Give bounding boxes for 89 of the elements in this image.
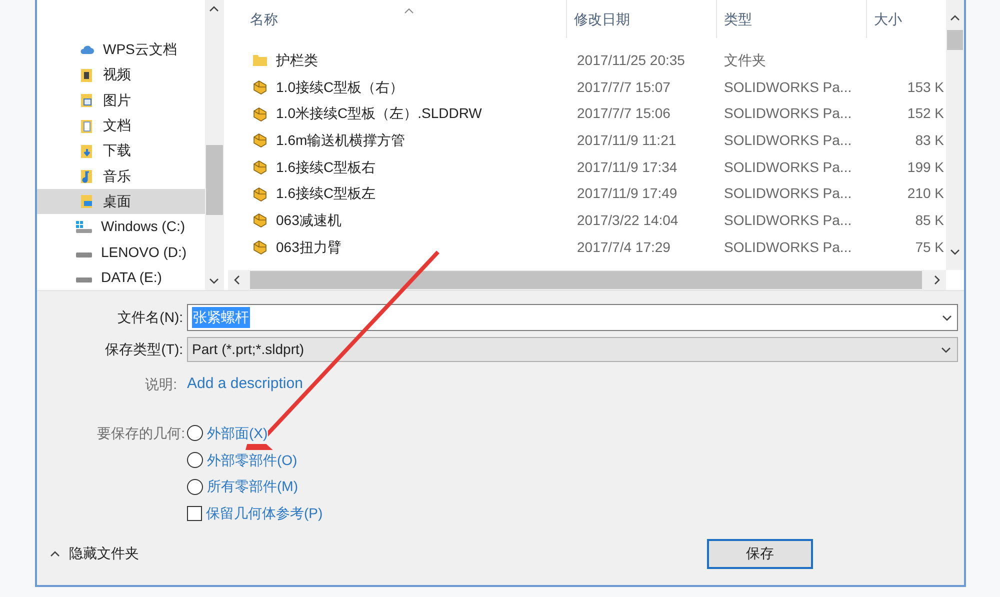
column-header[interactable]: 类型 — [716, 0, 866, 38]
radio-button[interactable] — [187, 425, 203, 442]
date-cell-text: 2017/11/9 17:34 — [576, 158, 678, 177]
nav-item[interactable]: 下载 — [37, 138, 204, 164]
save-type-dropdown[interactable]: Part (*.prt;*.sldprt) — [187, 337, 958, 362]
file-row[interactable]: 1.6m输送机横撑方管 2017/11/9 11:21 SOLIDWORKS Pa... 83 K — [246, 127, 946, 154]
folder-icon — [79, 193, 95, 210]
nav-item[interactable]: 图片 — [37, 88, 204, 113]
type-cell-text: SOLIDWORKS Pa... — [723, 130, 853, 150]
file-name: 063减速机 — [276, 210, 342, 230]
add-description-link[interactable]: Add a description — [187, 372, 303, 396]
file-name: 1.6m输送机横撑方管 — [276, 130, 406, 150]
file-name: 护栏类 — [276, 50, 318, 70]
date-cell-text: 2017/11/9 17:49 — [576, 184, 678, 204]
type-cell-text: SOLIDWORKS Pa... — [723, 238, 853, 257]
nav-item[interactable]: 文档 — [37, 112, 204, 138]
file-name: 1.6接续C型板右 — [276, 158, 376, 177]
geometry-label: 要保存的几何: — [96, 424, 186, 442]
radio-button[interactable] — [187, 478, 203, 495]
type-cell-text: SOLIDWORKS Pa... — [723, 184, 853, 204]
size-cell-text: 75 K — [914, 238, 946, 257]
type-cell-text: SOLIDWORKS Pa... — [723, 78, 853, 97]
folder-icon — [252, 52, 268, 68]
nav-item[interactable]: 视频 — [37, 62, 204, 88]
part-file-icon — [252, 159, 268, 176]
field-label: 文件名(N): — [116, 308, 184, 327]
file-row[interactable]: 1.6接续C型板右 2017/11/9 17:34 SOLIDWORKS Pa... 199 K — [246, 154, 946, 180]
part-file-icon — [252, 79, 268, 96]
nav-item[interactable]: LENOVO (D:) — [37, 239, 204, 265]
radio-button[interactable] — [187, 452, 203, 468]
scrollbar[interactable] — [228, 270, 946, 290]
size-cell-text: 153 K — [906, 78, 946, 97]
field-label: 保存类型(T): — [104, 340, 184, 359]
nav-item[interactable]: DATA (E:) — [37, 264, 204, 290]
option-label[interactable]: 外部零部件(O) — [207, 450, 298, 471]
drive-icon — [75, 277, 93, 284]
size-cell-text: 83 K — [914, 130, 946, 150]
date-cell-text: 2017/11/9 11:21 — [576, 130, 678, 150]
folder-icon — [79, 168, 95, 184]
scroll-thumb[interactable] — [250, 271, 922, 289]
save-button[interactable]: 保存 — [707, 538, 813, 569]
description-label: 说明: — [144, 374, 178, 394]
file-row[interactable]: 1.0接续C型板（右） 2017/7/7 15:07 SOLIDWORKS Pa... 153 K — [246, 74, 946, 100]
drive-icon — [75, 218, 93, 235]
checkbox[interactable] — [187, 506, 202, 521]
type-cell-text: 文件夹 — [723, 50, 768, 70]
size-cell-text: 152 K — [906, 104, 946, 124]
part-file-icon — [252, 132, 268, 148]
folder-icon — [79, 142, 95, 159]
nav-item[interactable]: WPS云文档 — [37, 37, 204, 62]
date-cell-text: 2017/7/7 15:06 — [576, 104, 672, 124]
type-cell-text: SOLIDWORKS Pa... — [723, 210, 853, 230]
part-file-icon — [252, 212, 268, 228]
size-cell-text: 85 K — [914, 210, 946, 230]
drive-icon — [75, 252, 93, 258]
scroll-thumb[interactable] — [947, 30, 964, 50]
file-name: 1.0接续C型板（右） — [276, 78, 404, 97]
sort-ascending-icon — [404, 8, 414, 14]
file-name: 063扭力臂 — [276, 238, 342, 257]
date-cell-text: 2017/3/22 14:04 — [576, 210, 680, 230]
file-row[interactable]: 063减速机 2017/3/22 14:04 SOLIDWORKS Pa... 85 K — [246, 207, 946, 234]
part-file-icon — [252, 106, 268, 122]
date-cell-text: 2017/7/7 15:07 — [576, 78, 672, 97]
file-name: 1.0米接续C型板（左）.SLDDRW — [276, 104, 482, 124]
column-header[interactable]: 名称 — [246, 0, 566, 38]
file-row[interactable]: 1.6接续C型板左 2017/11/9 17:49 SOLIDWORKS Pa... 210 K — [246, 180, 946, 208]
folder-icon — [79, 92, 95, 108]
type-cell-text: SOLIDWORKS Pa... — [723, 104, 853, 124]
column-header[interactable]: 修改日期 — [566, 0, 716, 38]
nav-item[interactable]: 音乐 — [37, 163, 204, 189]
folder-icon — [79, 66, 95, 83]
part-file-icon — [252, 186, 268, 202]
file-row[interactable]: 1.0米接续C型板（左）.SLDDRW 2017/7/7 15:06 SOLIDWORKS Pa... 152 K — [246, 100, 946, 128]
nav-item[interactable]: 桌面 — [37, 188, 204, 214]
scroll-thumb[interactable] — [206, 145, 224, 215]
part-file-icon — [252, 239, 268, 256]
file-row[interactable]: 063扭力臂 2017/7/4 17:29 SOLIDWORKS Pa... 75 K — [246, 234, 946, 260]
nav-item[interactable]: Windows (C:) — [37, 214, 204, 240]
folder-icon — [79, 118, 95, 134]
type-cell-text: SOLIDWORKS Pa... — [723, 158, 853, 177]
date-cell-text: 2017/11/25 20:35 — [576, 50, 686, 70]
size-cell-text: 199 K — [906, 158, 946, 177]
scrollbar[interactable] — [946, 0, 964, 270]
file-name: 1.6接续C型板左 — [276, 184, 376, 204]
file-row[interactable]: 护栏类 2017/11/25 20:35 文件夹 — [246, 47, 946, 74]
date-cell-text: 2017/7/4 17:29 — [576, 238, 672, 257]
scrollbar[interactable] — [204, 0, 224, 290]
hide-folders-button[interactable]: 隐藏文件夹 — [49, 542, 139, 566]
size-cell-text: 210 K — [906, 184, 946, 204]
